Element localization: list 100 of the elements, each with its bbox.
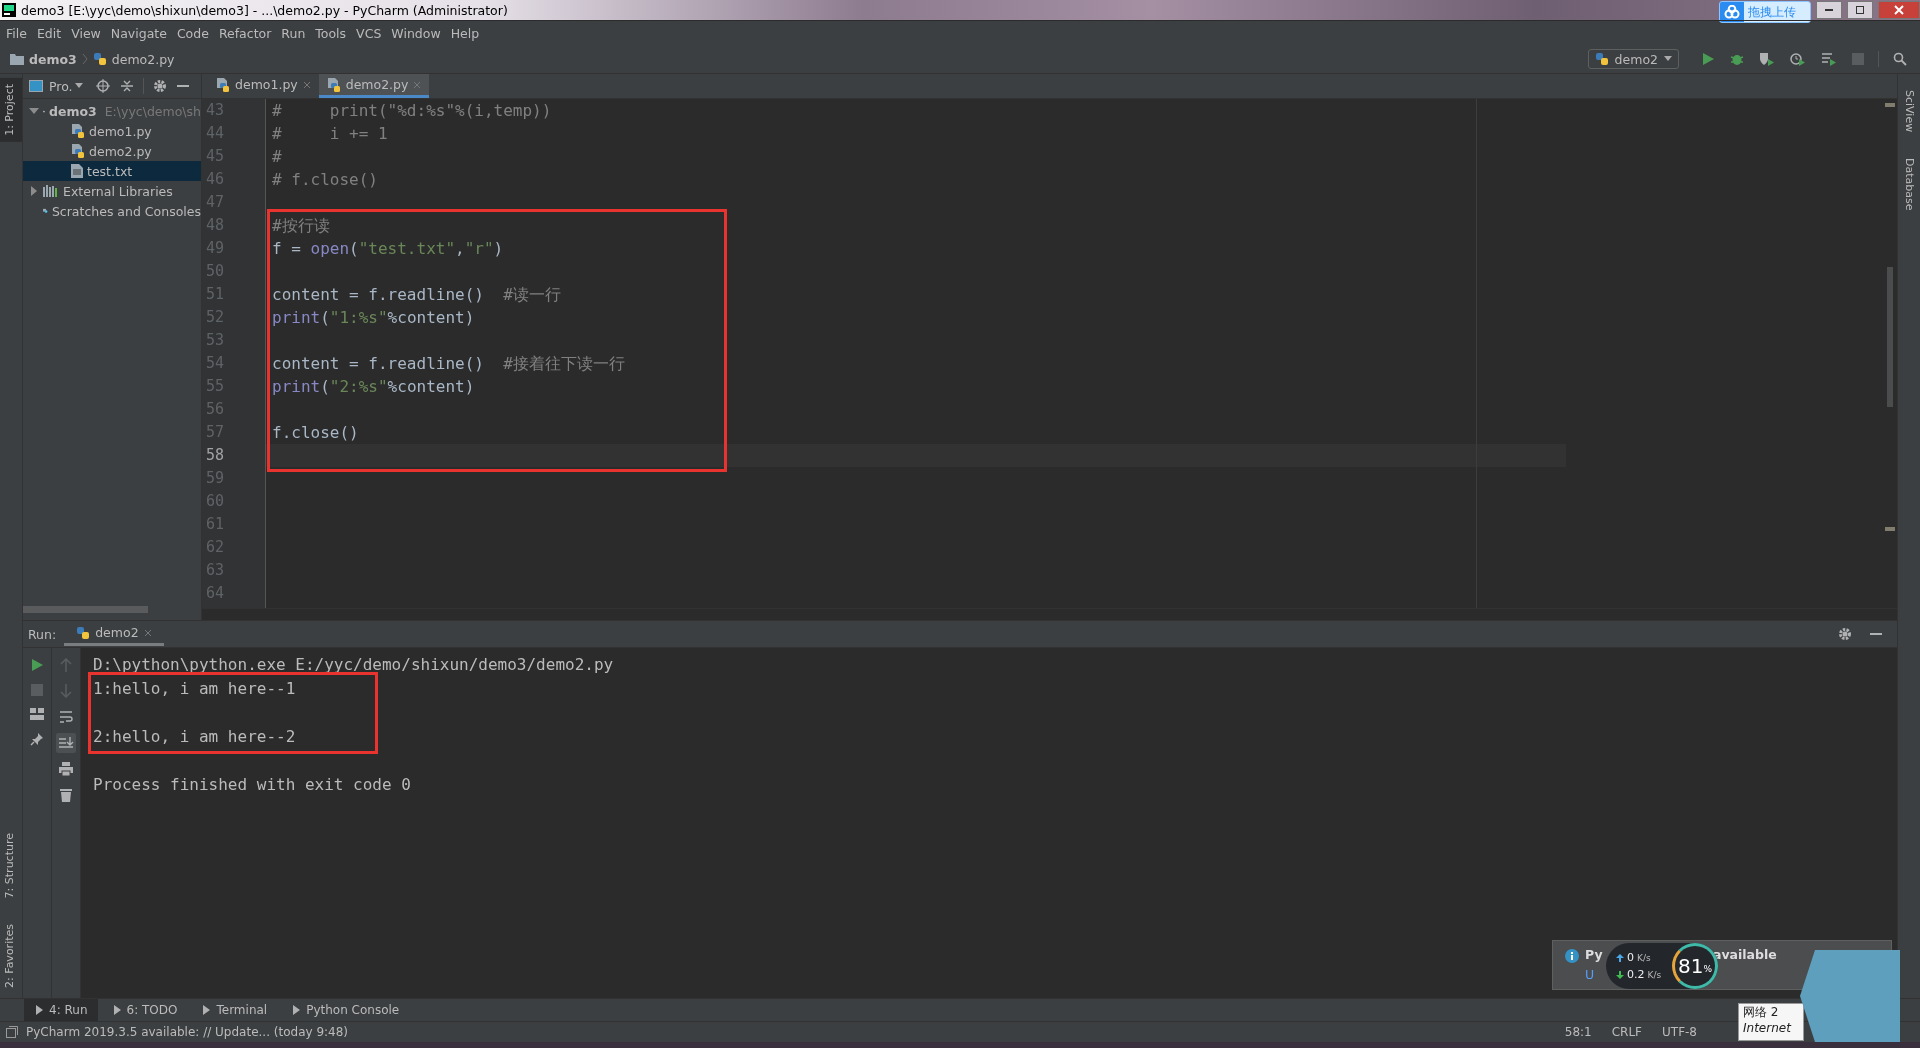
play-icon (34, 1005, 44, 1015)
print-icon[interactable] (59, 762, 73, 776)
line-number: 58 (206, 445, 226, 466)
editor-tab[interactable]: demo1.py (208, 74, 319, 98)
tree-item[interactable]: External Libraries (23, 181, 201, 201)
menu-item[interactable]: Window (391, 25, 441, 41)
python-icon (76, 625, 91, 640)
run-label: Run: (28, 626, 57, 642)
settings-icon[interactable] (1838, 627, 1852, 641)
scrollbar-thumb[interactable] (23, 606, 148, 613)
python-file-icon (92, 52, 107, 66)
python-file-icon (71, 124, 85, 138)
tool-window-tab[interactable]: 6: TODO (101, 999, 188, 1021)
bug-icon[interactable] (1730, 52, 1744, 66)
menu-item[interactable]: Help (450, 25, 480, 41)
tool-window-tab[interactable]: 1: Project (0, 78, 22, 142)
settings-icon[interactable] (152, 79, 167, 93)
close-button[interactable] (1878, 1, 1920, 19)
expand-arrow-icon[interactable] (29, 186, 39, 196)
upload-button[interactable]: 拖拽上传 (1719, 1, 1811, 23)
list-run-icon[interactable] (1821, 52, 1837, 66)
tool-window-tab[interactable]: Terminal (191, 999, 278, 1021)
menu-item[interactable]: Run (281, 25, 306, 41)
code-line: # i += 1 (272, 124, 388, 143)
menu-item[interactable]: Tools (315, 25, 347, 41)
breadcrumb-item[interactable]: demo3 (29, 51, 77, 67)
crosshair-icon[interactable] (95, 79, 110, 93)
menu-item[interactable]: Code (176, 25, 209, 41)
tree-item[interactable]: demo3 E:\yyc\demo\sh (23, 101, 201, 121)
breadcrumb-item[interactable]: demo2.py (111, 51, 175, 67)
close-icon[interactable] (302, 80, 311, 89)
tool-window-tab[interactable]: 7: Structure (0, 826, 22, 905)
tree-item[interactable]: test.txt (23, 161, 201, 181)
line-separator[interactable]: CRLF (1611, 1025, 1642, 1039)
info-icon (1565, 949, 1579, 963)
wrap-icon[interactable] (59, 710, 73, 724)
maximize-button[interactable] (1847, 1, 1873, 19)
window-title: demo3 [E:\yyc\demo\shixun\demo3] - ...\demo2.py - PyCharm (Administrator) (21, 2, 508, 18)
run-tab[interactable]: demo2 (64, 622, 164, 646)
console-output: Process finished with exit code 0 (93, 774, 412, 796)
upload-arrow-icon (1616, 953, 1624, 962)
clock-run-icon[interactable] (1790, 52, 1806, 66)
trash-icon[interactable] (60, 788, 72, 802)
menu-item[interactable]: View (71, 25, 101, 41)
cloud-icon (1724, 5, 1740, 19)
menu-item[interactable]: Navigate (110, 25, 167, 41)
menu-item[interactable]: VCS (356, 25, 382, 41)
python-icon (1594, 52, 1609, 66)
code-line: print("2:%s"%content) (272, 377, 475, 396)
tool-window-tab[interactable]: SciView (1899, 84, 1919, 139)
code-line: # (272, 147, 282, 166)
run-icon[interactable] (1701, 52, 1715, 66)
scroll-to-end-icon[interactable] (56, 733, 76, 753)
collapse-icon[interactable] (119, 79, 134, 93)
play-icon (201, 1005, 212, 1015)
text-file-icon (71, 164, 83, 178)
status-message[interactable]: PyCharm 2019.3.5 available: // Update... (today 9:48) (26, 1025, 349, 1039)
notification-link[interactable]: U (1585, 967, 1595, 982)
code-line: f.close() (272, 423, 359, 442)
chevron-icon (81, 53, 88, 65)
search-icon[interactable] (1893, 52, 1907, 66)
minimize-icon (1825, 9, 1833, 11)
console-command: D:\python\python.exe E:/yyc/demo/shixun/demo3/demo2.py (93, 654, 615, 676)
minimize-button[interactable] (1816, 1, 1842, 19)
shield-run-icon[interactable] (1759, 52, 1775, 66)
layout-icon[interactable] (30, 708, 44, 720)
console-output: 2:hello, i am here--2 (93, 726, 297, 748)
tree-item[interactable]: Scratches and Consoles (23, 201, 201, 221)
file-encoding[interactable]: UTF-8 (1662, 1025, 1697, 1039)
menu-item[interactable]: Edit (36, 25, 62, 41)
project-view-dropdown[interactable]: Pro. (49, 78, 83, 94)
tool-window-tab[interactable]: 2: Favorites (0, 918, 22, 994)
window-icon (29, 80, 43, 92)
menu-item[interactable]: File (6, 25, 27, 41)
scrollbar-thumb[interactable] (1887, 267, 1893, 407)
run-config-dropdown[interactable]: demo2 (1587, 49, 1679, 69)
close-icon[interactable] (143, 628, 152, 637)
download-speed: 0.2 (1627, 968, 1645, 981)
code-line: # print("%d:%s"%(i,temp)) (272, 101, 552, 120)
horizontal-scrollbar[interactable] (202, 608, 1897, 620)
square-icon[interactable] (6, 1026, 18, 1038)
run-icon[interactable] (30, 658, 44, 672)
play-icon (291, 1005, 302, 1015)
speed-unit: K/s (1647, 969, 1662, 980)
tool-window-tab[interactable]: Database (1899, 152, 1919, 217)
expand-arrow-icon[interactable] (29, 106, 39, 116)
python-file-icon (71, 144, 85, 158)
editor-tab[interactable]: demo2.py (318, 74, 430, 98)
tool-window-tab[interactable]: 4: Run (24, 999, 98, 1021)
maximize-icon (1855, 5, 1865, 15)
tree-item[interactable]: demo1.py (23, 121, 201, 141)
library-icon (43, 185, 59, 197)
cursor-position[interactable]: 58:1 (1564, 1025, 1592, 1039)
code-line: f = open("test.txt","r") (272, 239, 504, 258)
speed-unit: K/s (1637, 952, 1651, 963)
menu-item[interactable]: Refactor (218, 25, 272, 41)
notification-title: Py (1585, 947, 1603, 962)
pin-icon[interactable] (30, 732, 44, 746)
tree-item[interactable]: demo2.py (23, 141, 201, 161)
tool-window-tab[interactable]: Python Console (281, 999, 410, 1021)
